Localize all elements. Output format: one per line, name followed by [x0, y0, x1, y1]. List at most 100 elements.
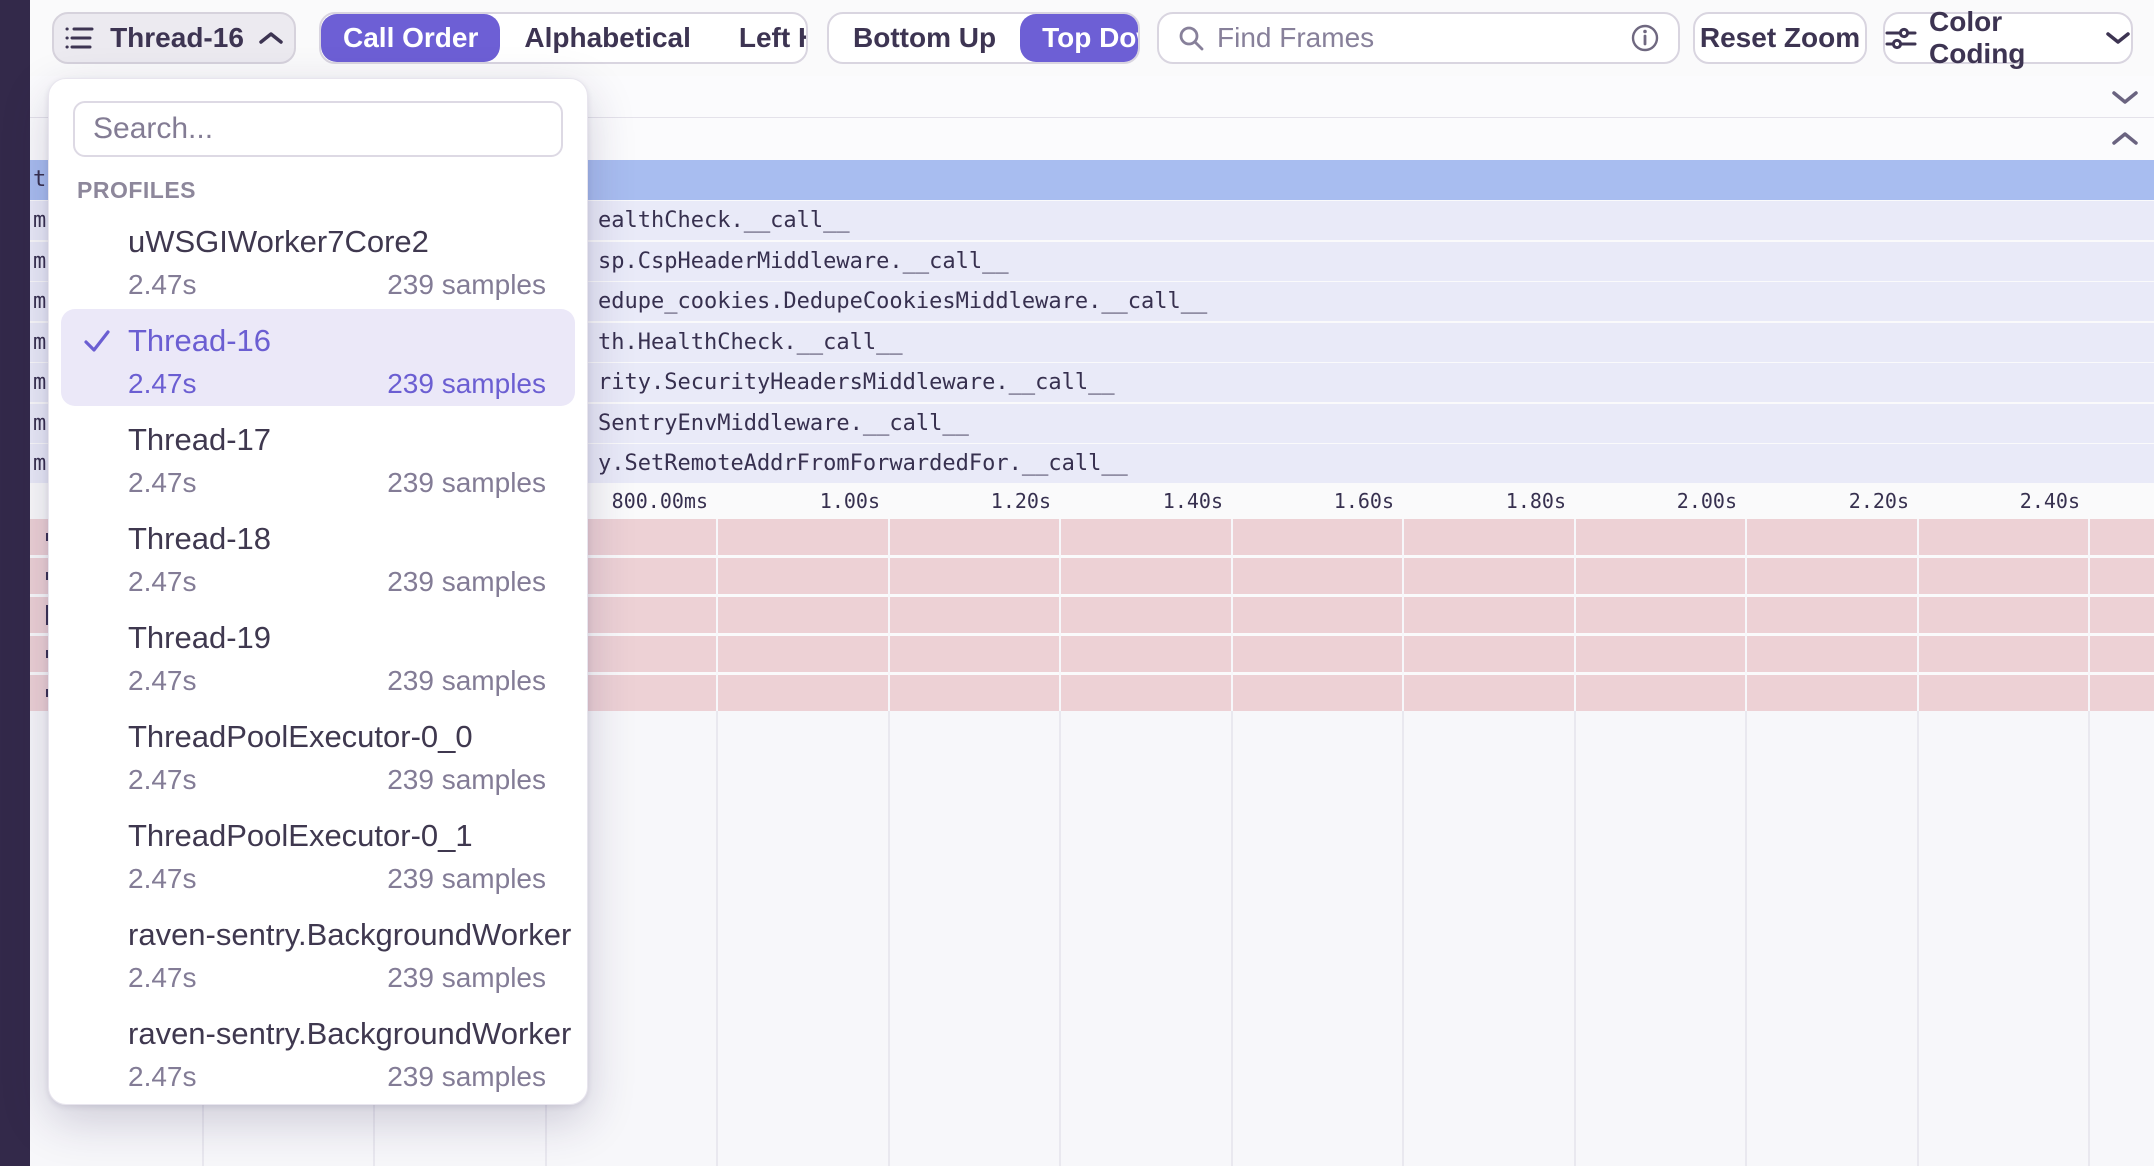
- axis-tick-label: 2.20s: [1709, 483, 1909, 519]
- profile-duration: 2.47s: [128, 764, 197, 796]
- tab-left-heavy[interactable]: Left Heavy: [715, 14, 808, 62]
- sliders-icon: [1885, 25, 1917, 51]
- profile-item-threadpoolexecutor-0-0[interactable]: ThreadPoolExecutor-0_0 2.47s239 samples: [49, 713, 587, 812]
- gridline: [1059, 519, 1061, 711]
- axis-tick-label: 1.00s: [680, 483, 880, 519]
- frame-text-fragment: m: [33, 282, 46, 321]
- gridline: [1574, 519, 1576, 711]
- gridline: [1231, 519, 1233, 711]
- profile-name: Thread-19: [128, 620, 546, 656]
- chevron-down-icon[interactable]: [2110, 88, 2140, 106]
- gridline: [1745, 519, 1747, 711]
- frame-text-fragment: m: [33, 242, 46, 281]
- profile-item-thread-16[interactable]: Thread-16 2.47s239 samples: [49, 317, 587, 416]
- frame-label: ealthCheck.__call__: [598, 201, 850, 240]
- chevron-up-icon: [258, 30, 284, 46]
- gridline: [2088, 519, 2090, 711]
- frame-text-fragment: m: [33, 444, 46, 483]
- chevron-down-icon: [2105, 30, 2131, 46]
- profile-dropdown-panel: PROFILES uWSGIWorker7Core2 2.47s239 samp…: [48, 78, 588, 1105]
- profile-name: ThreadPoolExecutor-0_1: [128, 818, 546, 854]
- frame-text-fragment: m: [33, 404, 46, 443]
- profile-item-thread-17[interactable]: Thread-17 2.47s 239 samples: [49, 416, 587, 515]
- gridline: [716, 711, 718, 1166]
- thread-selector-button[interactable]: Thread-16: [52, 12, 296, 64]
- gridline: [1917, 711, 1919, 1166]
- gridline: [2088, 711, 2090, 1166]
- find-frames-input[interactable]: [1217, 22, 1618, 54]
- gridline: [1231, 711, 1233, 1166]
- thread-list-icon: [64, 23, 96, 53]
- info-icon[interactable]: [1630, 23, 1660, 53]
- profile-name: Thread-17: [128, 422, 546, 458]
- profile-item-thread-19[interactable]: Thread-19 2.47s 239 samples: [49, 614, 587, 713]
- profile-list: uWSGIWorker7Core2 2.47s239 samples Threa…: [49, 218, 587, 1109]
- gridline: [1574, 711, 1576, 1166]
- dropdown-search-input[interactable]: [93, 112, 543, 146]
- profile-name: ThreadPoolExecutor-0_0: [128, 719, 546, 755]
- frame-text-fragment: m: [33, 201, 46, 240]
- frame-text-fragment: m: [33, 363, 46, 402]
- gridline: [1917, 519, 1919, 711]
- axis-tick-label: 1.60s: [1194, 483, 1394, 519]
- axis-tick-label: 2.00s: [1537, 483, 1737, 519]
- reset-zoom-button[interactable]: Reset Zoom: [1693, 12, 1867, 64]
- axis-tick-label: 2.40s: [1880, 483, 2080, 519]
- profile-name: raven-sentry.BackgroundWorker: [128, 1016, 546, 1052]
- frame-label: edupe_cookies.DedupeCookiesMiddleware.__…: [598, 282, 1207, 321]
- gridline: [1059, 711, 1061, 1166]
- profile-name: uWSGIWorker7Core2: [128, 224, 546, 260]
- profile-duration: 2.47s: [128, 269, 197, 301]
- checkmark-icon: [82, 326, 112, 356]
- gridline: [888, 711, 890, 1166]
- profile-samples: 239 samples: [387, 962, 546, 994]
- color-coding-button[interactable]: Color Coding: [1883, 12, 2133, 64]
- tab-bottom-up[interactable]: Bottom Up: [829, 14, 1020, 62]
- profile-duration: 2.47s: [128, 863, 197, 895]
- axis-tick-label: 1.40s: [1023, 483, 1223, 519]
- profile-item-thread-18[interactable]: Thread-18 2.47s239 samples: [49, 515, 587, 614]
- profile-item-raven-sentry-backgroundworker-2[interactable]: raven-sentry.BackgroundWorker 2.47s 239 s…: [49, 1010, 587, 1109]
- search-icon: [1177, 24, 1205, 52]
- gridline: [888, 519, 890, 711]
- frame-label: SentryEnvMiddleware.__call__: [598, 404, 969, 443]
- gridline: [1402, 711, 1404, 1166]
- frame-text-fragment: t: [33, 160, 46, 200]
- dropdown-search-box: [73, 101, 563, 157]
- direction-segmented-control: Bottom Up Top Down: [827, 12, 1140, 64]
- profile-samples: 239 samples: [387, 1061, 546, 1093]
- profile-duration: 2.47s: [128, 665, 197, 697]
- profile-samples: 239 samples: [387, 665, 546, 697]
- profile-samples: 239 samples: [387, 863, 546, 895]
- profile-item-threadpoolexecutor-0-1[interactable]: ThreadPoolExecutor-0_1 2.47s 239 samples: [49, 812, 587, 911]
- profile-samples: 239 samples: [387, 368, 546, 400]
- profiles-section-label: PROFILES: [77, 177, 587, 204]
- thread-selector-label: Thread-16: [110, 22, 244, 54]
- profile-item-raven-sentry-backgroundworker-1[interactable]: raven-sentry.BackgroundWorker 2.47s 239 s…: [49, 911, 587, 1010]
- chevron-up-icon[interactable]: [2110, 130, 2140, 148]
- frame-label: rity.SecurityHeadersMiddleware.__call__: [598, 363, 1115, 402]
- gridline: [1402, 519, 1404, 711]
- tab-alphabetical[interactable]: Alphabetical: [500, 14, 714, 62]
- frame-label: th.HealthCheck.__call__: [598, 323, 903, 362]
- sort-mode-segmented-control: Call Order Alphabetical Left Heavy: [319, 12, 808, 64]
- profile-duration: 2.47s: [128, 1061, 197, 1093]
- sidebar-edge-strip: [0, 0, 30, 1166]
- profile-duration: 2.47s: [128, 566, 197, 598]
- profiler-app: t m ealthCheck.__call__ m sp.CspHeaderMi…: [0, 0, 2154, 1166]
- profile-name: raven-sentry.BackgroundWorker: [128, 917, 546, 953]
- profile-samples: 239 samples: [387, 566, 546, 598]
- gridline: [716, 519, 718, 711]
- frame-text-fragment: m: [33, 323, 46, 362]
- profile-duration: 2.47s: [128, 368, 197, 400]
- tab-top-down[interactable]: Top Down: [1020, 14, 1140, 62]
- profile-samples: 239 samples: [387, 467, 546, 499]
- profile-duration: 2.47s: [128, 467, 197, 499]
- profile-item-uwsgiworker7core2[interactable]: uWSGIWorker7Core2 2.47s239 samples: [49, 218, 587, 317]
- find-frames-searchbox: [1157, 12, 1680, 64]
- frame-label: y.SetRemoteAddrFromForwardedFor.__call__: [598, 444, 1128, 483]
- profile-duration: 2.47s: [128, 962, 197, 994]
- axis-tick-label: 1.80s: [1366, 483, 1566, 519]
- tab-call-order[interactable]: Call Order: [321, 14, 500, 62]
- frame-label: sp.CspHeaderMiddleware.__call__: [598, 242, 1009, 281]
